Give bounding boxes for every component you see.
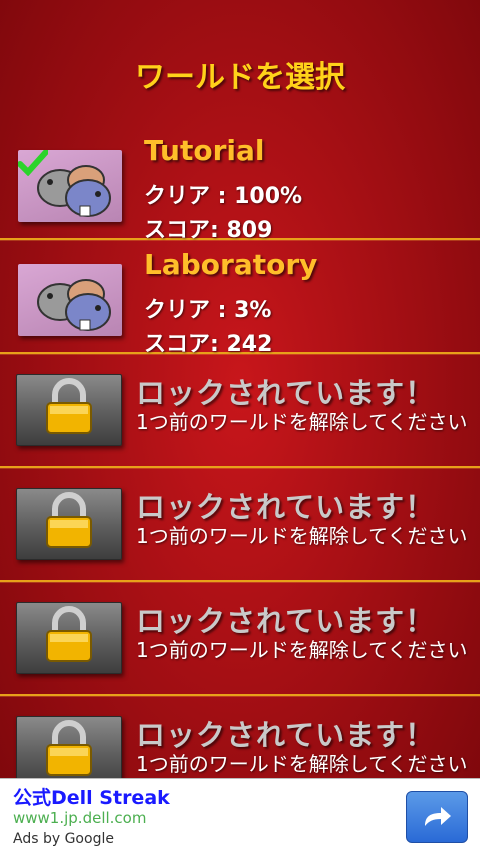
world-item-tutorial[interactable]: Tutorial クリア : 100% スコア: 809: [0, 126, 480, 243]
world-name: Tutorial: [144, 134, 265, 167]
locked-thumbnail: [16, 602, 122, 674]
mice-icon: [37, 279, 111, 331]
world-list: Tutorial クリア : 100% スコア: 809 Laboratory …: [0, 126, 480, 810]
locked-title: ロックされています！: [136, 376, 436, 410]
locked-subtitle: 1つ前のワールドを解除してください: [136, 524, 468, 548]
padlock-icon: [46, 378, 92, 434]
locked-title: ロックされています！: [136, 604, 436, 638]
locked-thumbnail: [16, 488, 122, 560]
ad-banner[interactable]: 公式Dell Streak www1.jp.dell.com Ads by Go…: [0, 778, 480, 855]
ad-url[interactable]: www1.jp.dell.com: [13, 809, 146, 827]
locked-thumbnail: [16, 374, 122, 446]
padlock-icon: [46, 606, 92, 662]
padlock-icon: [46, 492, 92, 548]
locked-subtitle: 1つ前のワールドを解除してください: [136, 752, 468, 776]
locked-subtitle: 1つ前のワールドを解除してください: [136, 410, 468, 434]
world-thumbnail: [18, 264, 122, 336]
world-thumbnail: [18, 150, 122, 222]
locked-title: ロックされています！: [136, 490, 436, 524]
ad-title[interactable]: 公式Dell Streak: [13, 783, 170, 810]
world-item-locked[interactable]: ロックされています！ 1つ前のワールドを解除してください: [0, 582, 480, 696]
checkmark-icon: [18, 150, 48, 176]
arrow-forward-icon: [425, 807, 451, 826]
world-clear-rate: クリア : 100%: [144, 184, 303, 209]
ad-attribution: Ads by Google: [13, 831, 114, 847]
world-clear-rate: クリア : 3%: [144, 298, 272, 323]
locked-title: ロックされています！: [136, 718, 436, 752]
locked-subtitle: 1つ前のワールドを解除してください: [136, 638, 468, 662]
ad-open-button[interactable]: [406, 791, 468, 843]
world-name: Laboratory: [144, 248, 318, 281]
world-item-locked[interactable]: ロックされています！ 1つ前のワールドを解除してください: [0, 354, 480, 468]
padlock-icon: [46, 720, 92, 776]
page-title: ワールドを選択: [135, 60, 345, 95]
world-item-laboratory[interactable]: Laboratory クリア : 3% スコア: 242: [0, 240, 480, 357]
world-item-locked[interactable]: ロックされています！ 1つ前のワールドを解除してください: [0, 468, 480, 582]
